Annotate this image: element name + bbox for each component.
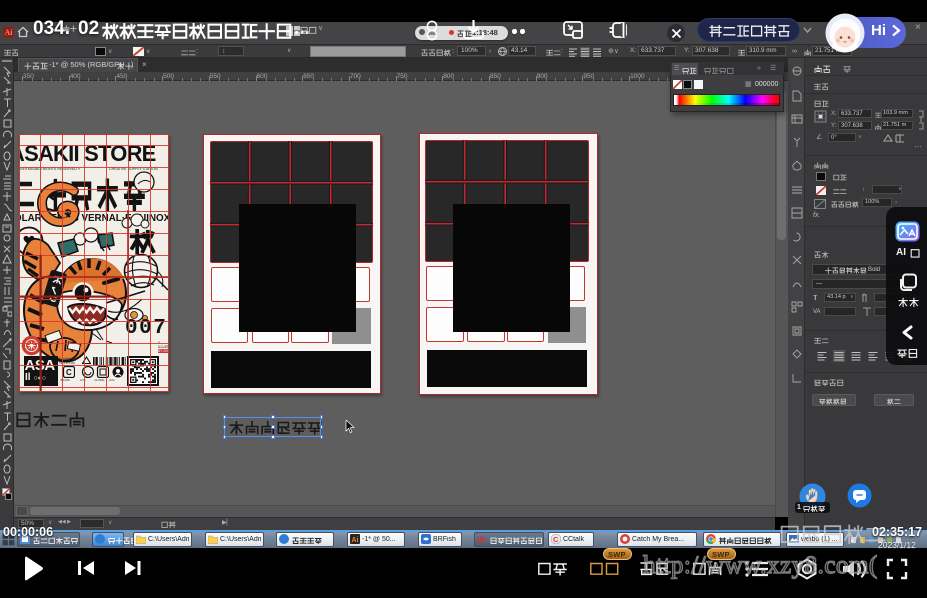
svg-text:Ai: Ai bbox=[352, 537, 359, 544]
svg-text:W: W bbox=[477, 535, 486, 544]
svg-text:C: C bbox=[553, 535, 559, 544]
